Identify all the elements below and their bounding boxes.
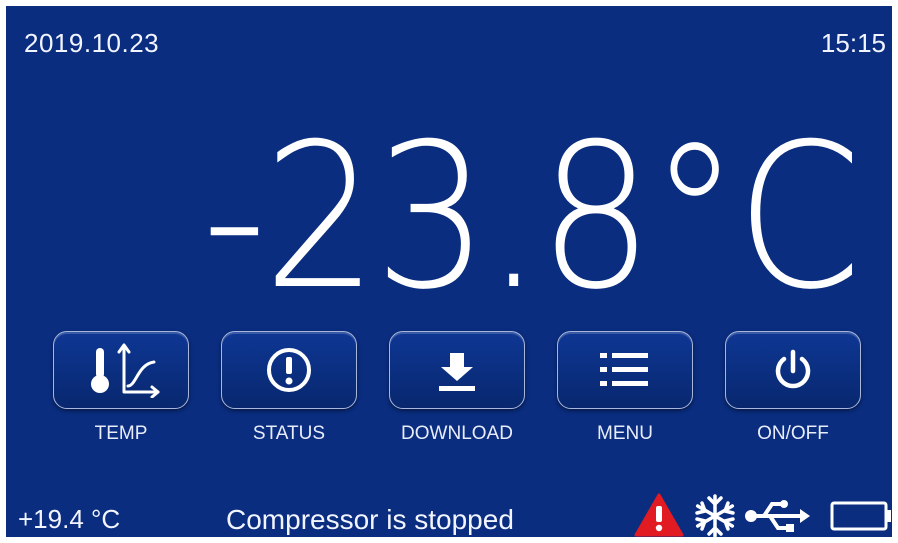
power-icon [775, 349, 811, 389]
alert-circle-icon [267, 348, 311, 392]
download-button[interactable] [389, 331, 525, 409]
button-bar: TEMP STATUS DOWNLOAD MENU ON/OFF [53, 331, 873, 456]
menu-button[interactable] [557, 331, 693, 409]
usb-icon [745, 500, 810, 532]
thermometer-graph-icon [91, 343, 160, 398]
main-temperature-display: -23.8°C [201, 101, 862, 334]
menu-button-label: MENU [597, 423, 653, 444]
warning-triangle-icon [634, 493, 684, 537]
top-bar: 2019.10.23 15:15 [6, 6, 892, 76]
snowflake-icon [695, 494, 735, 537]
menu-button-group: MENU [557, 331, 693, 451]
onoff-button-label: ON/OFF [757, 423, 829, 444]
ambient-temperature: +19.4 °C [18, 504, 121, 534]
list-menu-icon [600, 353, 648, 386]
temp-button-group: TEMP [53, 331, 189, 451]
controller-screen: 2019.10.23 15:15 -23.8°C TEMP STATUS DOW… [6, 6, 892, 537]
temp-button[interactable] [53, 331, 189, 409]
battery-icon [830, 501, 891, 531]
download-icon [439, 353, 475, 391]
date-display: 2019.10.23 [24, 28, 160, 58]
status-message: Compressor is stopped [226, 504, 514, 535]
download-button-label: DOWNLOAD [401, 423, 513, 444]
status-icon-bar [634, 493, 892, 537]
clock-display: 15:15 [820, 28, 886, 58]
status-button-label: STATUS [252, 423, 326, 444]
status-button[interactable] [221, 331, 357, 409]
temp-button-label: TEMP [94, 423, 148, 444]
download-button-group: DOWNLOAD [389, 331, 525, 451]
onoff-button[interactable] [725, 331, 861, 409]
status-button-group: STATUS [221, 331, 357, 451]
onoff-button-group: ON/OFF [725, 331, 861, 451]
